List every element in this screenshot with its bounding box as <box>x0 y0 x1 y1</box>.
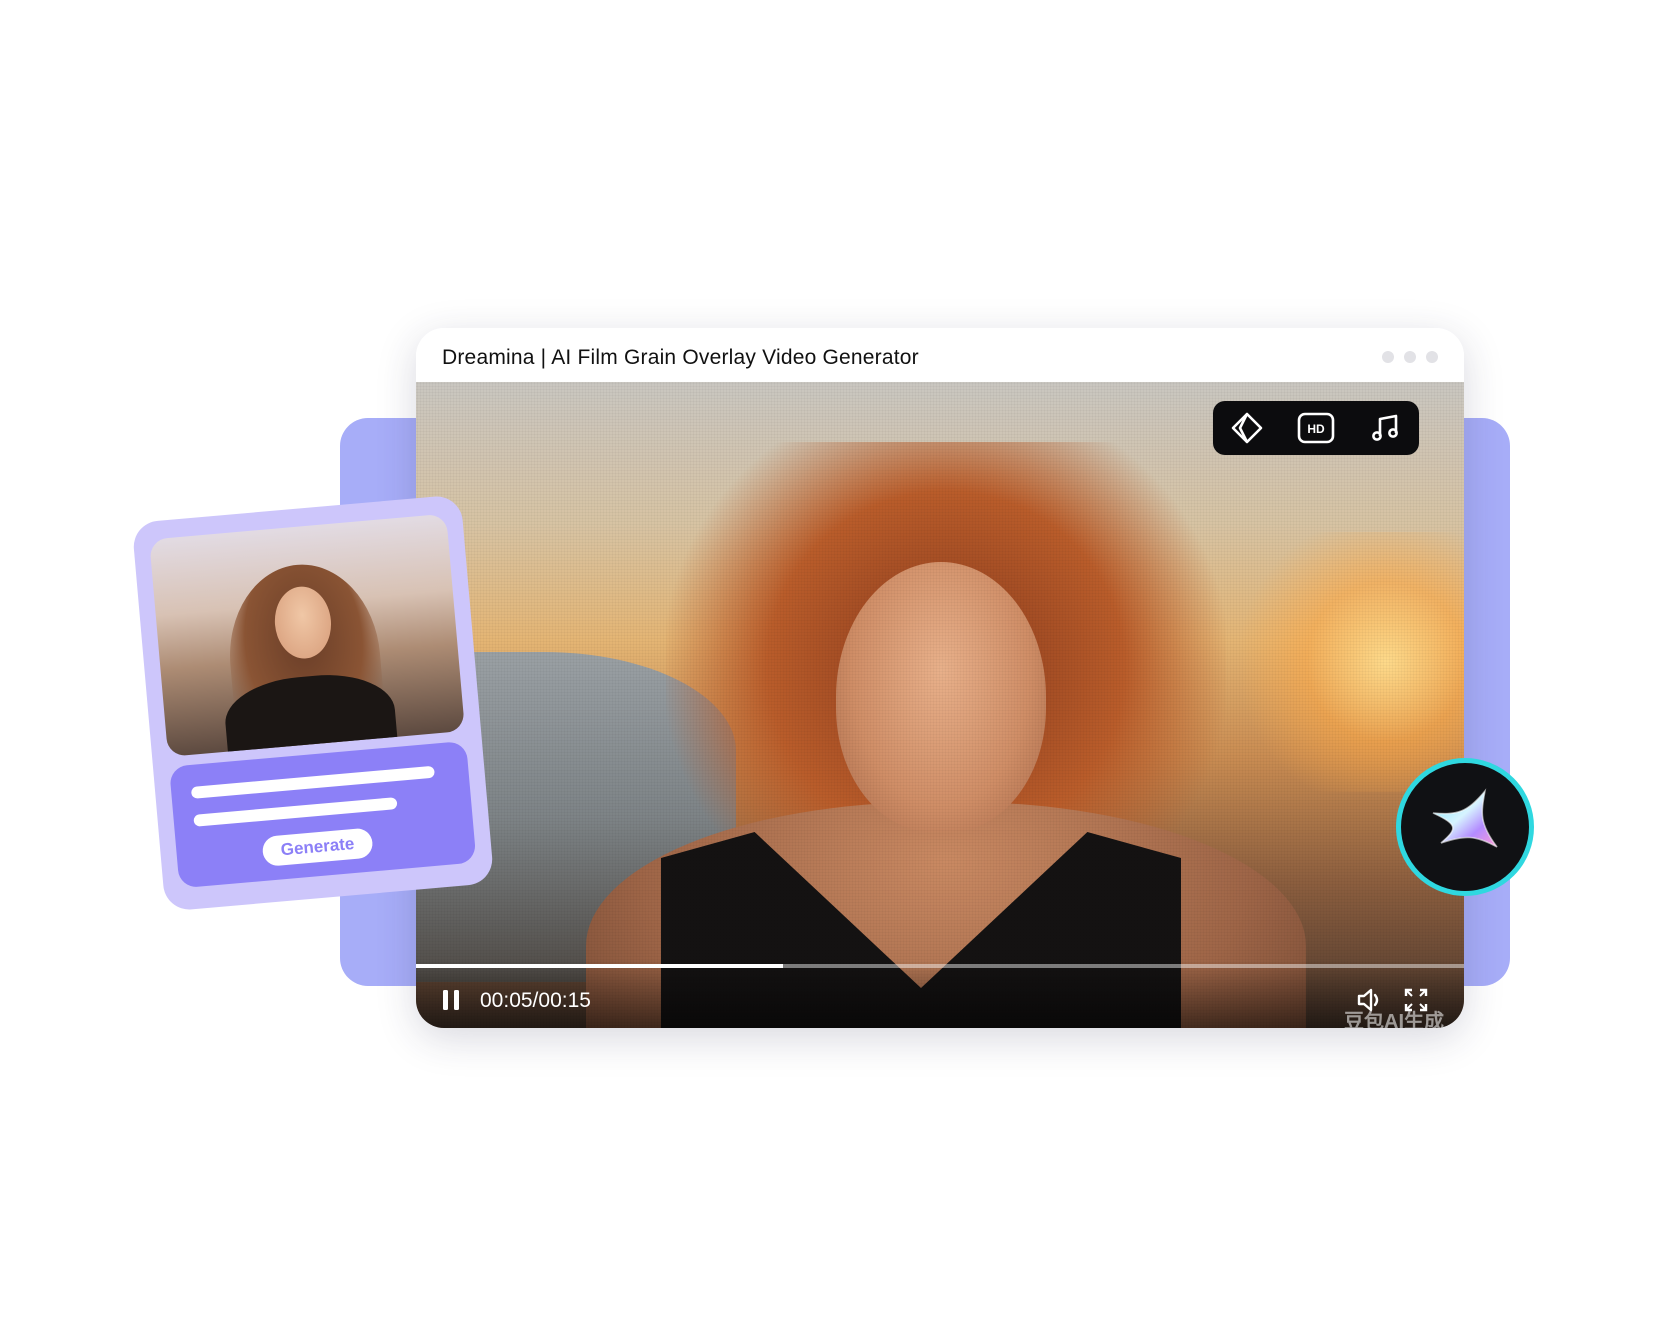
diamond-icon <box>1232 412 1263 444</box>
dreamina-logo-badge <box>1396 758 1534 896</box>
film-grain-overlay <box>416 382 1464 1028</box>
window-dot[interactable] <box>1426 351 1438 363</box>
window-dot[interactable] <box>1404 351 1416 363</box>
watermark-text: 豆包AI生成 <box>1344 1011 1444 1028</box>
window-dot[interactable] <box>1382 351 1394 363</box>
window-title: Dreamina | AI Film Grain Overlay Video G… <box>442 346 919 369</box>
video-toolbar: HD <box>1213 401 1419 455</box>
prompt-panel: Generate <box>169 740 477 889</box>
diamond-tool-button[interactable] <box>1225 406 1269 450</box>
video-frame[interactable]: HD 00:05/00:15 豆包AI生成 <box>416 382 1464 1028</box>
generate-button[interactable]: Generate <box>261 827 374 867</box>
time-display: 00:05/00:15 <box>480 989 591 1012</box>
player-controls: 00:05/00:15 豆包AI生成 <box>416 960 1464 1028</box>
prompt-line-placeholder <box>190 765 435 799</box>
window-controls <box>1382 351 1438 363</box>
prompt-line-placeholder <box>193 797 398 827</box>
hd-icon: HD <box>1297 412 1335 444</box>
title-bar: Dreamina | AI Film Grain Overlay Video G… <box>416 328 1464 382</box>
reference-photo[interactable] <box>149 513 466 757</box>
sparkle-star-icon <box>1432 788 1498 848</box>
progress-fill <box>416 964 783 968</box>
music-note-icon <box>1371 414 1398 441</box>
hd-label: HD <box>1307 422 1325 436</box>
hd-tool-button[interactable]: HD <box>1294 406 1338 450</box>
music-tool-button[interactable] <box>1363 406 1407 450</box>
app-window: Dreamina | AI Film Grain Overlay Video G… <box>416 328 1464 1028</box>
pause-icon[interactable] <box>440 988 462 1012</box>
image-generator-card: Generate <box>131 494 495 912</box>
progress-bar[interactable] <box>416 964 1464 968</box>
